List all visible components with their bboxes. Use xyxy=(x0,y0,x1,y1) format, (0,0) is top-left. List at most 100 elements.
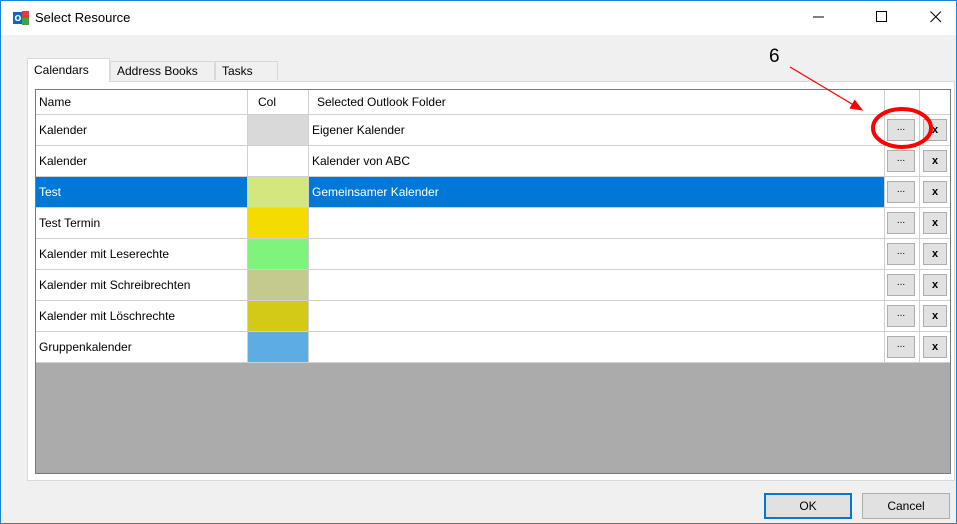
maximize-icon xyxy=(876,11,887,22)
minimize-icon xyxy=(813,16,824,18)
column-header-name[interactable]: Name xyxy=(36,90,248,115)
ok-button[interactable]: OK xyxy=(764,493,852,519)
cell-browse: ... xyxy=(885,301,920,332)
cancel-button[interactable]: Cancel xyxy=(862,493,950,519)
title-bar: O Select Resource xyxy=(1,1,956,35)
outlook-folder-name: Kalender von ABC xyxy=(312,154,411,168)
color-swatch[interactable] xyxy=(248,115,308,145)
cell-folder[interactable]: Gemeinsamer Kalender xyxy=(309,177,885,208)
browse-folder-button[interactable]: ... xyxy=(887,274,915,296)
window-title: Select Resource xyxy=(35,10,131,25)
table-row[interactable]: Kalender mit Schreibrechten... x xyxy=(36,270,950,301)
cell-color[interactable] xyxy=(248,146,309,177)
cell-name[interactable]: Test Termin xyxy=(36,208,248,239)
cell-browse: ... xyxy=(885,208,920,239)
cell-name[interactable]: Kalender xyxy=(36,146,248,177)
browse-folder-button[interactable]: ... xyxy=(887,181,915,203)
cell-folder[interactable]: Kalender von ABC xyxy=(309,146,885,177)
cell-remove: x xyxy=(920,301,950,332)
outlook-addin-icon: O xyxy=(13,11,29,25)
cell-color[interactable] xyxy=(248,332,309,363)
remove-row-button[interactable]: x xyxy=(923,243,947,265)
table-row[interactable]: Kalender Kalender von ABC... x xyxy=(36,146,950,177)
browse-folder-button[interactable]: ... xyxy=(887,119,915,141)
color-swatch[interactable] xyxy=(248,146,308,176)
cell-color[interactable] xyxy=(248,301,309,332)
color-swatch[interactable] xyxy=(248,177,308,207)
remove-row-button[interactable]: x xyxy=(923,150,947,172)
table-row[interactable]: Kalender mit Löschrechte... x xyxy=(36,301,950,332)
svg-text:O: O xyxy=(15,14,22,23)
cell-name[interactable]: Gruppenkalender xyxy=(36,332,248,363)
outlook-folder-name: Gemeinsamer Kalender xyxy=(312,185,439,199)
cell-browse: ... xyxy=(885,115,920,146)
cell-browse: ... xyxy=(885,332,920,363)
close-button[interactable] xyxy=(913,1,957,33)
cell-color[interactable] xyxy=(248,115,309,146)
cell-folder[interactable] xyxy=(309,301,885,332)
column-header-col[interactable]: Col xyxy=(248,90,309,115)
browse-folder-button[interactable]: ... xyxy=(887,212,915,234)
table-row[interactable]: Test Termin... x xyxy=(36,208,950,239)
cell-name[interactable]: Kalender mit Leserechte xyxy=(36,239,248,270)
browse-folder-button[interactable]: ... xyxy=(887,336,915,358)
table-row[interactable]: Kalender Eigener Kalender... x xyxy=(36,115,950,146)
cell-name[interactable]: Kalender mit Schreibrechten xyxy=(36,270,248,301)
tab-calendars[interactable]: Calendars xyxy=(27,58,110,82)
color-swatch[interactable] xyxy=(248,239,308,269)
cell-color[interactable] xyxy=(248,239,309,270)
browse-folder-button[interactable]: ... xyxy=(887,150,915,172)
column-header-browse xyxy=(885,90,920,115)
cell-browse: ... xyxy=(885,270,920,301)
column-header-remove xyxy=(920,90,950,115)
cell-remove: x xyxy=(920,208,950,239)
tab-address-books[interactable]: Address Books xyxy=(110,61,215,80)
cell-color[interactable] xyxy=(248,208,309,239)
maximize-button[interactable] xyxy=(859,1,905,33)
cell-browse: ... xyxy=(885,177,920,208)
resource-name: Kalender xyxy=(39,123,88,137)
table-row[interactable]: Test Gemeinsamer Kalender... x xyxy=(36,177,950,208)
column-header-folder[interactable]: Selected Outlook Folder xyxy=(309,90,885,115)
cell-remove: x xyxy=(920,239,950,270)
remove-row-button[interactable]: x xyxy=(923,212,947,234)
cell-name[interactable]: Kalender mit Löschrechte xyxy=(36,301,248,332)
resource-name: Kalender mit Löschrechte xyxy=(39,309,176,323)
resource-name: Test Termin xyxy=(39,216,101,230)
color-swatch[interactable] xyxy=(248,332,308,362)
resource-grid: Name Col Selected Outlook Folder Kalende… xyxy=(35,89,951,474)
cell-folder[interactable] xyxy=(309,208,885,239)
resource-name: Test xyxy=(39,185,62,199)
cell-color[interactable] xyxy=(248,270,309,301)
resource-name: Gruppenkalender xyxy=(39,340,132,354)
table-row[interactable]: Kalender mit Leserechte... x xyxy=(36,239,950,270)
cell-name[interactable]: Test xyxy=(36,177,248,208)
annotation-number: 6 xyxy=(769,46,780,67)
remove-row-button[interactable]: x xyxy=(923,181,947,203)
minimize-button[interactable] xyxy=(796,1,842,33)
cell-name[interactable]: Kalender xyxy=(36,115,248,146)
cell-folder[interactable]: Eigener Kalender xyxy=(309,115,885,146)
color-swatch[interactable] xyxy=(248,301,308,331)
cell-folder[interactable] xyxy=(309,270,885,301)
cell-remove: x xyxy=(920,115,950,146)
color-swatch[interactable] xyxy=(248,208,308,238)
remove-row-button[interactable]: x xyxy=(923,274,947,296)
cell-browse: ... xyxy=(885,239,920,270)
cell-folder[interactable] xyxy=(309,332,885,363)
cell-color[interactable] xyxy=(248,177,309,208)
cell-remove: x xyxy=(920,270,950,301)
remove-row-button[interactable]: x xyxy=(923,119,947,141)
browse-folder-button[interactable]: ... xyxy=(887,305,915,327)
outlook-folder-name: Eigener Kalender xyxy=(312,123,405,137)
table-row[interactable]: Gruppenkalender... x xyxy=(36,332,950,363)
color-swatch[interactable] xyxy=(248,270,308,300)
cell-folder[interactable] xyxy=(309,239,885,270)
cell-remove: x xyxy=(920,332,950,363)
resource-name: Kalender xyxy=(39,154,88,168)
tab-tasks[interactable]: Tasks xyxy=(215,61,278,80)
resource-name: Kalender mit Schreibrechten xyxy=(39,278,191,292)
remove-row-button[interactable]: x xyxy=(923,305,947,327)
browse-folder-button[interactable]: ... xyxy=(887,243,915,265)
remove-row-button[interactable]: x xyxy=(923,336,947,358)
